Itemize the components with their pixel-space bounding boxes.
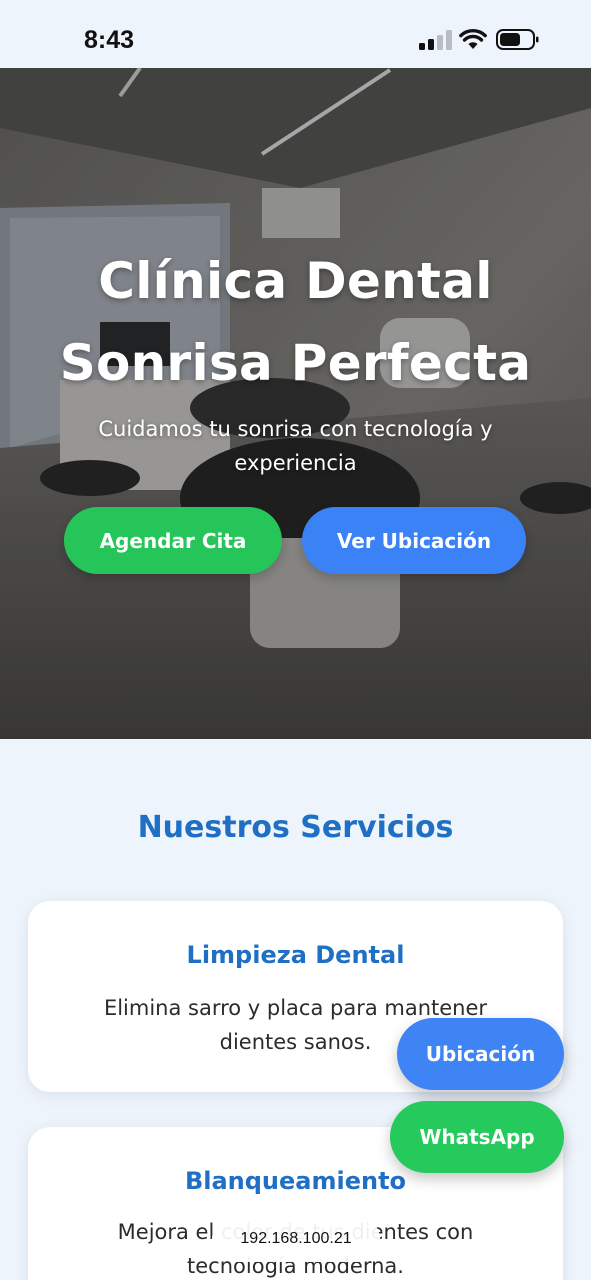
hero-subtitle: Cuidamos tu sonrisa con tecnología y exp… bbox=[98, 417, 493, 475]
wifi-icon bbox=[459, 28, 487, 49]
signal-icon bbox=[419, 30, 452, 50]
hero-title-line1: Clínica Dental bbox=[98, 252, 493, 310]
hero-section: Clínica Dental Sonrisa Perfecta Cuidamos… bbox=[0, 68, 591, 739]
hero-title: Clínica Dental Sonrisa Perfecta bbox=[0, 240, 591, 404]
status-time: 8:43 bbox=[84, 26, 135, 54]
schedule-appointment-button[interactable]: Agendar Cita bbox=[64, 507, 282, 574]
status-bar: 8:43 bbox=[0, 0, 591, 68]
location-floating-button[interactable]: Ubicación bbox=[397, 1018, 564, 1090]
view-location-button[interactable]: Ver Ubicación bbox=[302, 507, 526, 574]
battery-icon bbox=[496, 29, 539, 50]
whatsapp-floating-button[interactable]: WhatsApp bbox=[390, 1101, 564, 1173]
browser-url-bar[interactable]: 192.168.100.21 bbox=[212, 1216, 380, 1262]
service-card-title: Limpieza Dental bbox=[186, 941, 405, 969]
hero-title-line2: Sonrisa Perfecta bbox=[59, 334, 532, 392]
services-title: Nuestros Servicios bbox=[137, 810, 454, 845]
